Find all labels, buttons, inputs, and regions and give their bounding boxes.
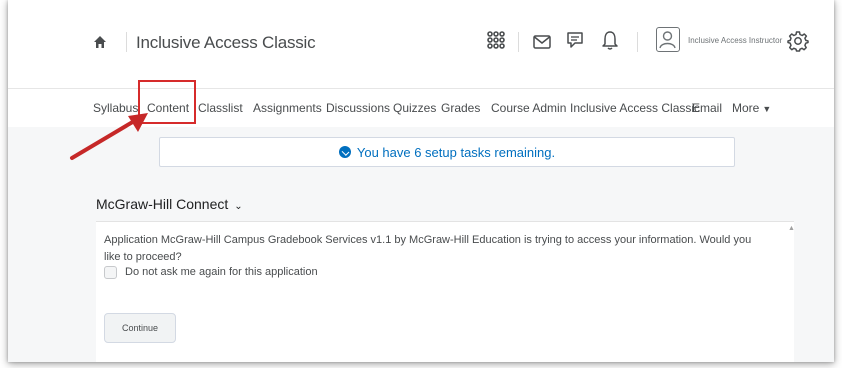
- nav-item-quizzes[interactable]: Quizzes: [393, 101, 436, 115]
- divider: [126, 32, 127, 52]
- nav-item-more-label: More: [732, 101, 760, 115]
- widget-title-label: McGraw-Hill Connect: [96, 196, 229, 212]
- checkbox-label: Do not ask me again for this application: [125, 266, 318, 278]
- avatar[interactable]: [656, 27, 680, 52]
- chevron-down-icon: ▼: [762, 104, 772, 114]
- course-title[interactable]: Inclusive Access Classic: [136, 33, 316, 53]
- home-icon[interactable]: [93, 35, 107, 49]
- scroll-up-icon[interactable]: ▲: [788, 225, 795, 232]
- chat-icon[interactable]: [566, 31, 584, 51]
- nav-item-grades[interactable]: Grades: [441, 101, 480, 115]
- annotation-arrow-icon: [70, 113, 148, 160]
- access-message: Application McGraw-Hill Campus Gradebook…: [104, 234, 752, 263]
- nav-item-more[interactable]: More ▼: [732, 101, 771, 115]
- user-name[interactable]: Inclusive Access Instructor: [688, 36, 782, 45]
- nav-item-assignments[interactable]: Assignments: [253, 101, 322, 115]
- setup-tasks-banner[interactable]: You have 6 setup tasks remaining.: [159, 137, 735, 167]
- nav-item-inclusive-access[interactable]: Inclusive Access Classic: [570, 101, 700, 115]
- check-circle-icon: [338, 146, 351, 158]
- continue-button[interactable]: Continue: [104, 313, 176, 343]
- window: Inclusive Access Classic Inclusive Acces…: [8, 0, 834, 362]
- nav-item-classlist[interactable]: Classlist: [198, 101, 243, 115]
- divider: [637, 32, 638, 52]
- chevron-down-icon[interactable]: ⌄: [234, 201, 242, 212]
- nav-item-discussions[interactable]: Discussions: [326, 101, 390, 115]
- banner-text: You have 6 setup tasks remaining.: [356, 144, 556, 160]
- user-icon: [659, 31, 676, 49]
- bell-icon[interactable]: [601, 30, 619, 51]
- widget-title[interactable]: McGraw-Hill Connect ⌄: [96, 196, 243, 212]
- top-navbar: Inclusive Access Classic Inclusive Acces…: [8, 0, 834, 88]
- nav-item-email[interactable]: Email: [692, 101, 722, 115]
- gear-icon[interactable]: [787, 30, 809, 52]
- grid-icon[interactable]: [486, 30, 506, 50]
- do-not-ask-checkbox[interactable]: [104, 266, 117, 279]
- mail-icon[interactable]: [533, 35, 551, 49]
- divider: [518, 32, 519, 52]
- nav-item-course-admin[interactable]: Course Admin: [491, 101, 566, 115]
